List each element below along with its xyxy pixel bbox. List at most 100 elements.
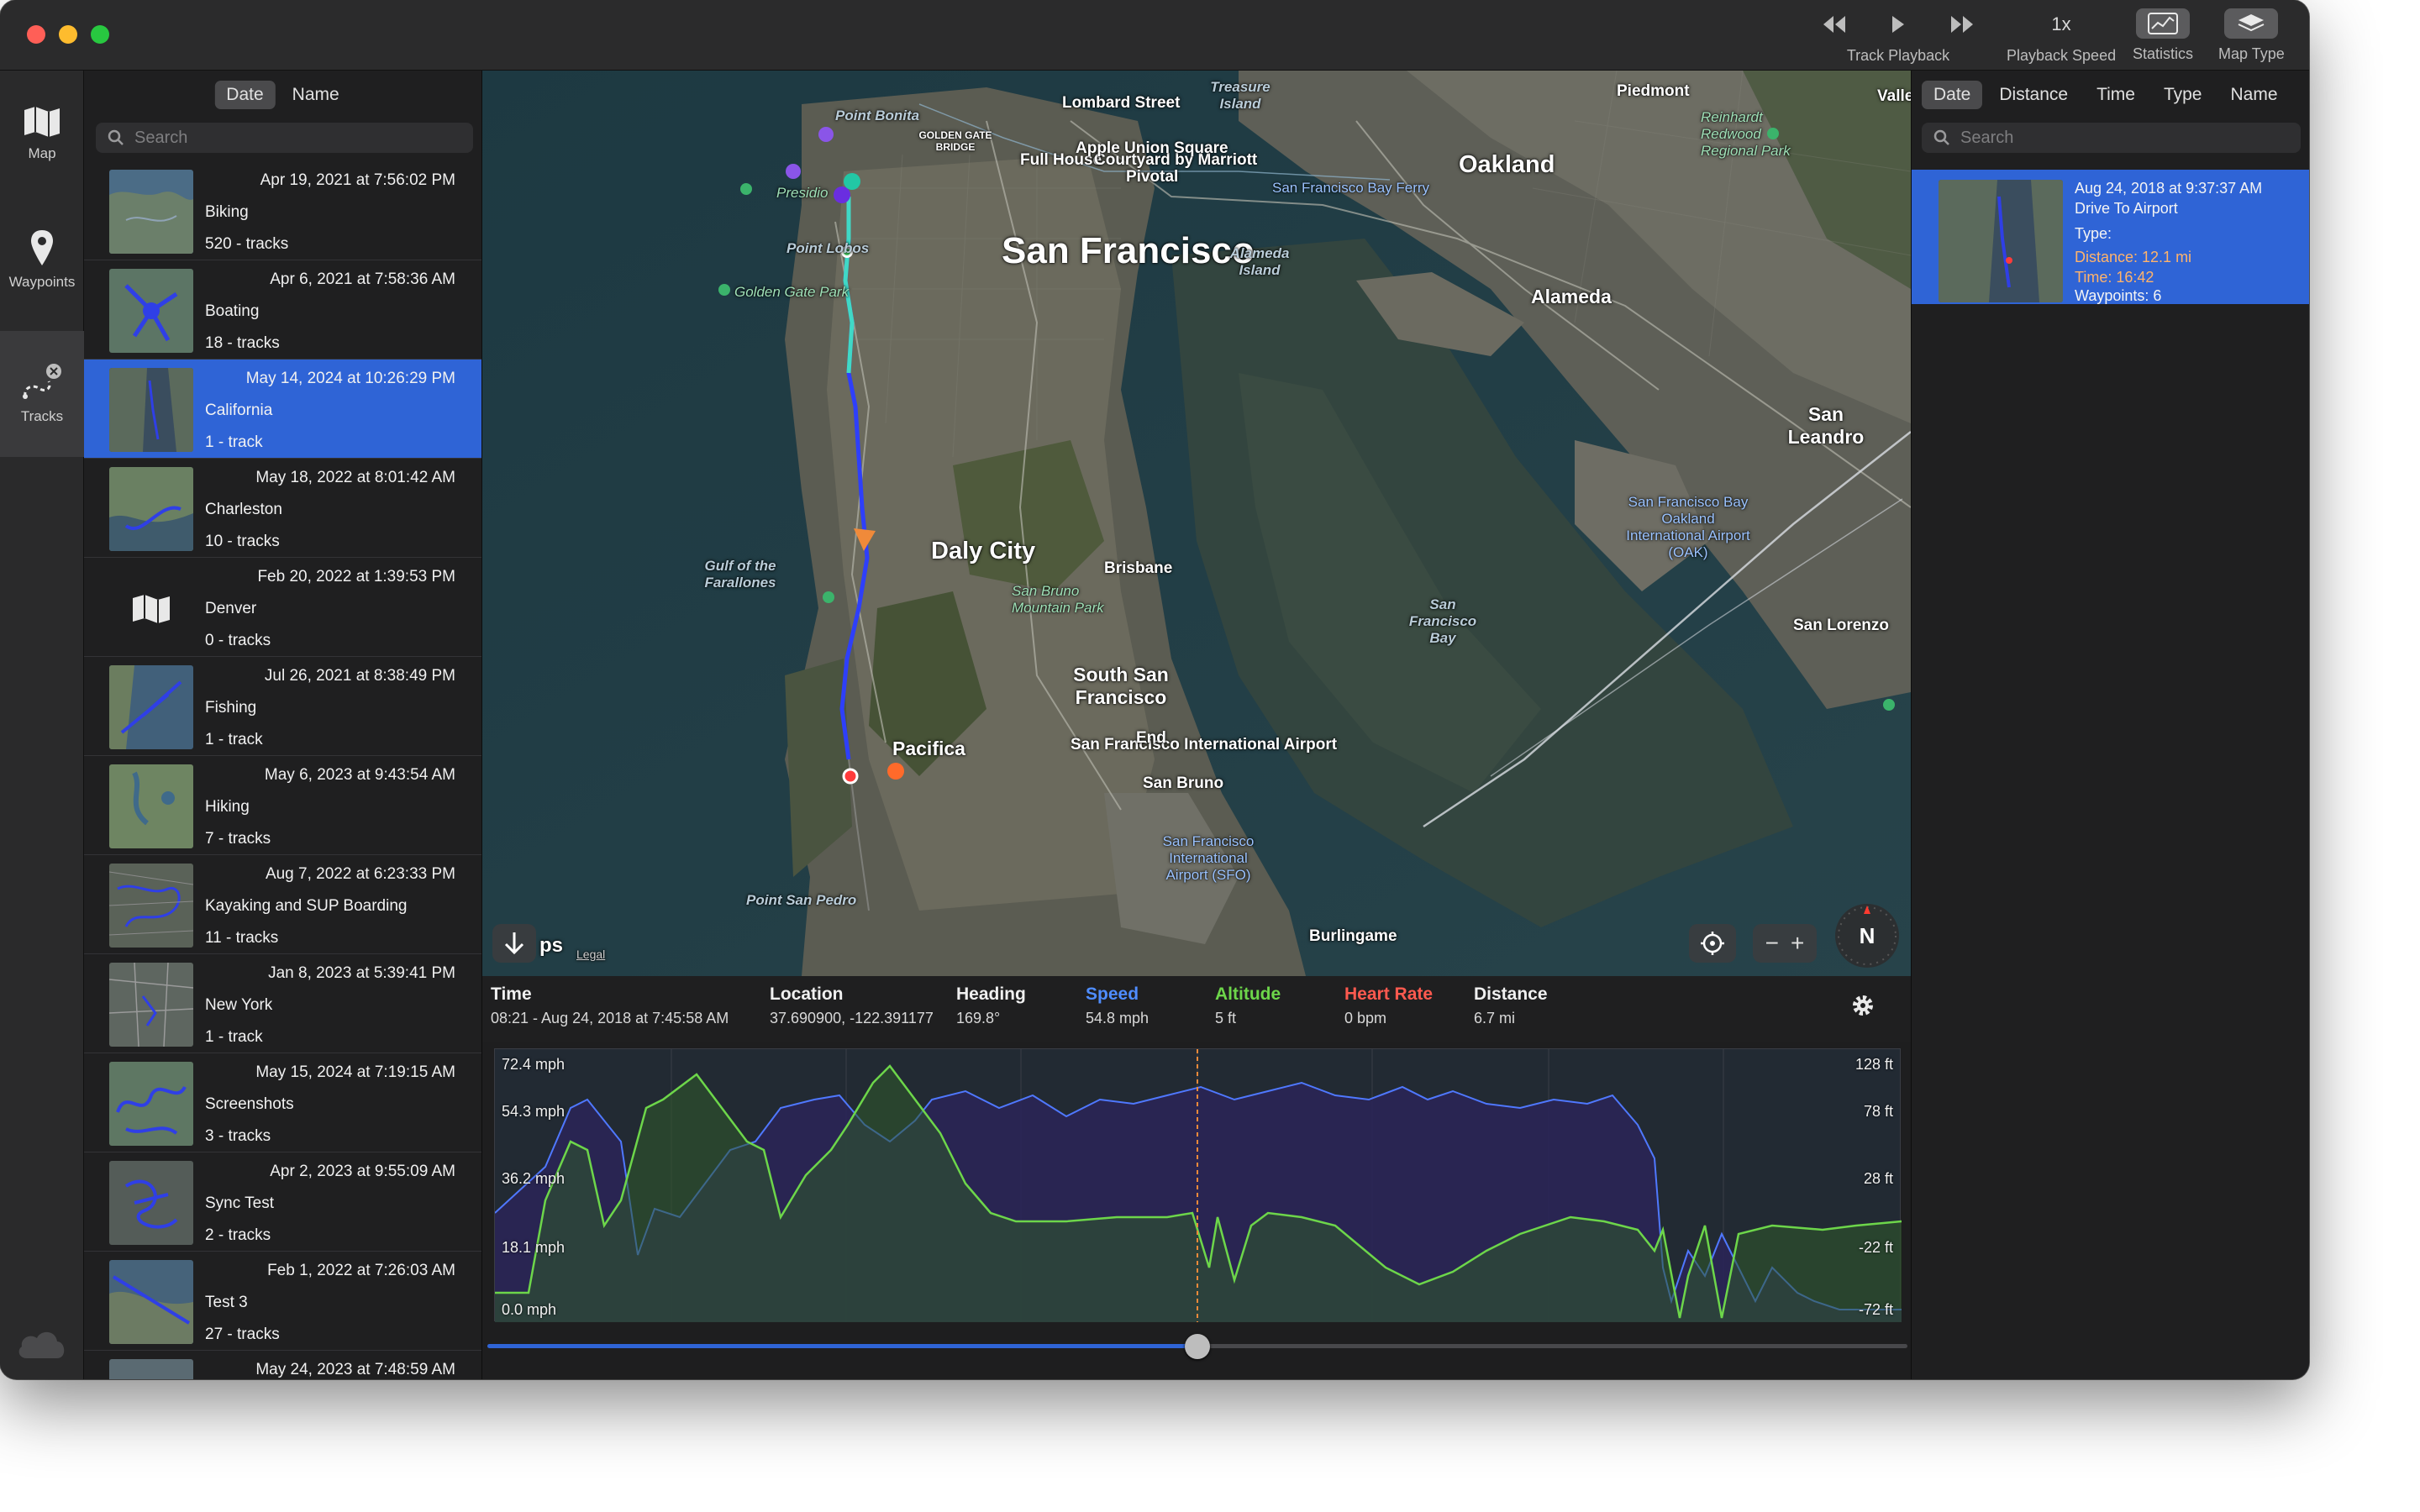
graph-right-axis-label: 78 ft [1863, 1103, 1893, 1120]
zoom-window-button[interactable] [91, 25, 109, 44]
scrubber-handle[interactable] [1185, 1334, 1210, 1359]
list-item-hiking[interactable]: May 6, 2023 at 9:43:54 AM Hiking 7 - tra… [84, 756, 481, 855]
folder-track-count: 10 - tracks [205, 533, 280, 550]
map-label-sfo: San Francisco International Airport [1071, 736, 1338, 753]
play-icon[interactable] [1891, 8, 1906, 40]
rewind-icon[interactable] [1822, 8, 1847, 40]
list-item-partial[interactable]: May 24, 2023 at 7:48:59 AM [84, 1351, 481, 1379]
list-item-new-york[interactable]: Jan 8, 2023 at 5:39:41 PM New York 1 - t… [84, 954, 481, 1053]
track-search-input[interactable] [1960, 128, 2254, 148]
folder-name: Boating [205, 302, 260, 320]
track-sort-type-button[interactable]: Type [2152, 81, 2214, 109]
maps-attribution: ps [539, 934, 564, 957]
search-icon [1933, 129, 1949, 145]
folder-name: Denver [205, 600, 257, 617]
map-label-south-san-francisco: South San Francisco [1073, 664, 1169, 708]
track-card-type: Type: [2075, 225, 2112, 242]
track-sort-distance-button[interactable]: Distance [1987, 81, 2080, 109]
sort-by-name-button[interactable]: Name [281, 81, 351, 109]
track-card-date: Aug 24, 2018 at 9:37:37 AM [2075, 180, 2263, 197]
cloud-sync-icon[interactable] [15, 1326, 69, 1364]
minimize-window-button[interactable] [59, 25, 77, 44]
statistics-group[interactable]: Statistics [2133, 8, 2193, 63]
track-card-drive-to-airport[interactable]: Aug 24, 2018 at 9:37:37 AM Drive To Airp… [1912, 170, 2309, 304]
heading-value: 169.8° [956, 1010, 1001, 1026]
list-item-screenshots[interactable]: May 15, 2024 at 7:19:15 AM Screenshots 3… [84, 1053, 481, 1152]
playback-speed-group[interactable]: 1x Playback Speed [2007, 8, 2116, 65]
graph-left-axis-label: 36.2 mph [502, 1170, 566, 1187]
folder-date: Apr 19, 2021 at 7:56:02 PM [260, 171, 455, 189]
compass-button[interactable]: N [1835, 904, 1899, 968]
folder-name: California [205, 402, 273, 419]
map-label-apple-union-square: Apple Union Square [1076, 139, 1228, 157]
waypoint-pin-icon [31, 230, 53, 265]
folder-thumbnail [109, 665, 193, 749]
download-map-button[interactable] [492, 924, 536, 963]
playback-speed-value[interactable]: 1x [2051, 8, 2070, 40]
zoom-in-button[interactable]: + [1791, 930, 1804, 957]
list-item-sync-test[interactable]: Apr 2, 2023 at 9:55:09 AM Sync Test 2 - … [84, 1152, 481, 1252]
folder-date: Aug 7, 2022 at 6:23:33 PM [265, 865, 455, 883]
playback-speed-label: Playback Speed [2007, 47, 2117, 64]
sort-by-date-button[interactable]: Date [214, 81, 276, 109]
map-type-group[interactable]: Map Type [2218, 8, 2285, 63]
track-sort-time-button[interactable]: Time [2085, 81, 2147, 109]
speed-header[interactable]: Speed [1086, 984, 1149, 1005]
gear-icon [1853, 995, 1873, 1016]
graph-right-axis-label: -72 ft [1858, 1301, 1893, 1318]
locate-me-button[interactable] [1689, 924, 1736, 963]
list-item-fishing[interactable]: Jul 26, 2021 at 8:38:49 PM Fishing 1 - t… [84, 657, 481, 756]
map-label-point-lobos: Point Lobos [786, 240, 870, 256]
graph-settings-button[interactable] [1850, 993, 1876, 1022]
list-item-kayaking[interactable]: Aug 7, 2022 at 6:23:33 PM Kayaking and S… [84, 855, 481, 954]
folder-thumbnail-placeholder [109, 566, 193, 650]
rail-item-tracks[interactable]: Tracks [0, 331, 84, 457]
folder-thumbnail [109, 1260, 193, 1344]
close-window-button[interactable] [27, 25, 45, 44]
list-item-test-3[interactable]: Feb 1, 2022 at 7:26:03 AM Test 3 27 - tr… [84, 1252, 481, 1351]
heart-rate-header[interactable]: Heart Rate [1344, 984, 1433, 1005]
fast-forward-icon[interactable] [1949, 8, 1975, 40]
map-label-san-francisco-bay: San Francisco Bay [1408, 596, 1477, 646]
folder-thumbnail [109, 1359, 193, 1379]
location-header: Location [770, 984, 844, 1004]
graph-right-axis-label: 128 ft [1854, 1056, 1893, 1073]
track-sort-date-button[interactable]: Date [1922, 81, 1983, 109]
rail-map-label: Map [28, 145, 56, 161]
statistics-button[interactable] [2136, 8, 2191, 39]
altitude-header[interactable]: Altitude [1215, 984, 1281, 1005]
list-item-biking[interactable]: Apr 19, 2021 at 7:56:02 PM Biking 520 - … [84, 161, 481, 260]
legal-link[interactable]: Legal [576, 948, 605, 961]
folder-search-field[interactable] [96, 123, 473, 153]
zoom-control: − + [1753, 924, 1817, 963]
map-icon [133, 595, 170, 623]
speed-altitude-graph[interactable]: 72.4 mph 54.3 mph 36.2 mph 18.1 mph 0.0 … [494, 1048, 1902, 1322]
list-item-california[interactable]: May 14, 2024 at 10:26:29 PM California 1… [84, 360, 481, 459]
list-item-charleston[interactable]: May 18, 2022 at 8:01:42 AM Charleston 10… [84, 459, 481, 558]
rail-item-waypoints[interactable]: Waypoints [0, 197, 84, 323]
track-playback-group: Track Playback [1822, 8, 1975, 65]
track-list-pane: Date Distance Time Type Name Aug 24, 201… [1911, 71, 2309, 1379]
list-item-boating[interactable]: Apr 6, 2021 at 7:58:36 AM Boating 18 - t… [84, 260, 481, 360]
folder-track-count: 7 - tracks [205, 830, 271, 848]
map-type-button[interactable] [2224, 8, 2279, 39]
map-view[interactable]: San Francisco Oakland Alameda Daly City … [482, 71, 1911, 976]
map-label-presidio: Presidio [776, 185, 829, 201]
list-item-denver[interactable]: Feb 20, 2022 at 1:39:53 PM Denver 0 - tr… [84, 558, 481, 657]
folder-name: Hiking [205, 798, 250, 816]
title-bar: Track Playback 1x Playback Speed Statist… [0, 0, 2309, 71]
distance-value: 6.7 mi [1474, 1010, 1516, 1026]
map-label-san-francisco: San Francisco [1002, 230, 1255, 271]
tracks-icon [23, 364, 61, 399]
map-label-oakland: Oakland [1459, 151, 1555, 178]
layers-icon [2238, 14, 2265, 32]
folder-date: May 14, 2024 at 10:26:29 PM [245, 370, 455, 387]
playback-scrubber[interactable] [487, 1334, 1907, 1359]
map-label-alameda: Alameda [1531, 286, 1612, 307]
folder-track-count: 0 - tracks [205, 632, 271, 649]
folder-search-input[interactable] [134, 128, 427, 148]
track-sort-name-button[interactable]: Name [2218, 81, 2289, 109]
zoom-out-button[interactable]: − [1765, 930, 1779, 957]
track-search-field[interactable] [1922, 123, 2301, 153]
rail-item-map[interactable]: Map [0, 71, 84, 197]
